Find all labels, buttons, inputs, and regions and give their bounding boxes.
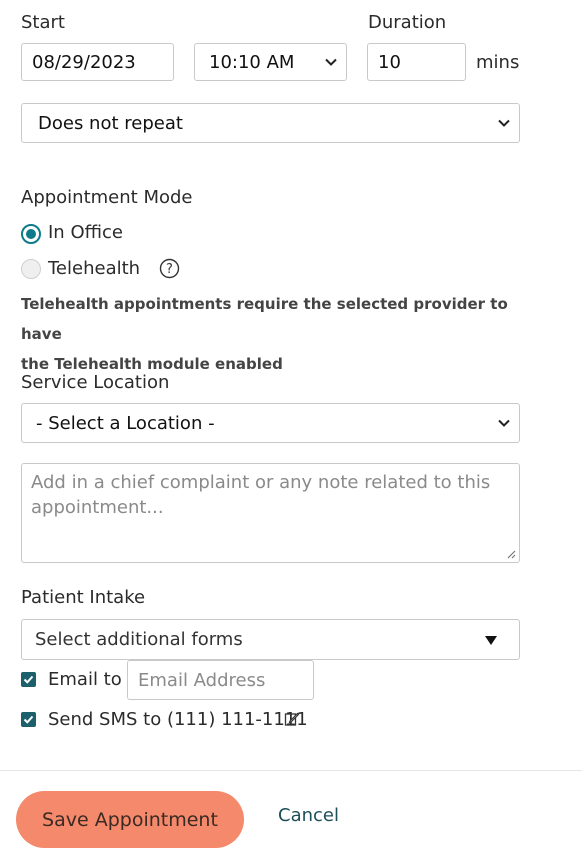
start-time-value: 10:10 AM <box>209 51 295 73</box>
edit-icon[interactable] <box>284 711 300 727</box>
sms-checkbox[interactable] <box>21 712 36 727</box>
caret-down-icon <box>485 636 497 645</box>
service-location-label: Service Location <box>21 372 170 393</box>
email-address-placeholder: Email Address <box>138 669 266 691</box>
footer-divider <box>0 770 582 771</box>
notes-placeholder-line2: appointment... <box>31 497 164 518</box>
additional-forms-select[interactable]: Select additional forms <box>21 619 520 660</box>
appointment-mode-label: Appointment Mode <box>21 187 193 208</box>
chevron-down-icon <box>325 58 337 66</box>
email-address-input[interactable]: Email Address <box>127 660 314 700</box>
in-office-radio[interactable] <box>21 224 41 244</box>
start-time-select[interactable]: 10:10 AM <box>194 43 347 81</box>
additional-forms-placeholder: Select additional forms <box>35 629 243 650</box>
telehealth-note: Telehealth appointments require the sele… <box>21 289 541 379</box>
patient-intake-label: Patient Intake <box>21 587 146 608</box>
notes-placeholder-line1: Add in a chief complaint or any note rel… <box>31 472 491 493</box>
appointment-notes-textarea[interactable]: Add in a chief complaint or any note rel… <box>21 463 520 563</box>
start-label: Start <box>21 12 65 33</box>
repeat-select[interactable]: Does not repeat <box>21 103 520 143</box>
duration-value: 10 <box>378 51 401 73</box>
chevron-down-icon <box>498 419 510 427</box>
start-date-input[interactable]: 08/29/2023 <box>21 43 174 81</box>
duration-input[interactable]: 10 <box>367 43 466 81</box>
chevron-down-icon <box>498 119 510 127</box>
service-location-value: - Select a Location - <box>36 412 215 434</box>
repeat-value: Does not repeat <box>38 112 183 134</box>
checkmark-icon <box>23 715 34 724</box>
email-checkbox[interactable] <box>21 672 36 687</box>
resize-handle-icon[interactable] <box>506 549 516 559</box>
email-to-label: Email to <box>48 669 122 690</box>
cancel-button[interactable]: Cancel <box>278 805 339 826</box>
telehealth-note-line1: Telehealth appointments require the sele… <box>21 295 508 343</box>
start-date-value: 08/29/2023 <box>32 51 136 73</box>
checkmark-icon <box>23 675 34 684</box>
service-location-select[interactable]: - Select a Location - <box>21 403 520 443</box>
telehealth-label[interactable]: Telehealth <box>48 258 140 279</box>
svg-text:?: ? <box>166 262 173 277</box>
duration-unit: mins <box>476 52 520 73</box>
sms-label: Send SMS to (111) 111-1111 <box>48 709 308 730</box>
question-circle-icon[interactable]: ? <box>159 258 180 279</box>
save-appointment-button[interactable]: Save Appointment <box>16 791 244 848</box>
telehealth-radio[interactable] <box>21 259 41 279</box>
in-office-label[interactable]: In Office <box>48 222 123 243</box>
duration-label: Duration <box>368 12 447 33</box>
